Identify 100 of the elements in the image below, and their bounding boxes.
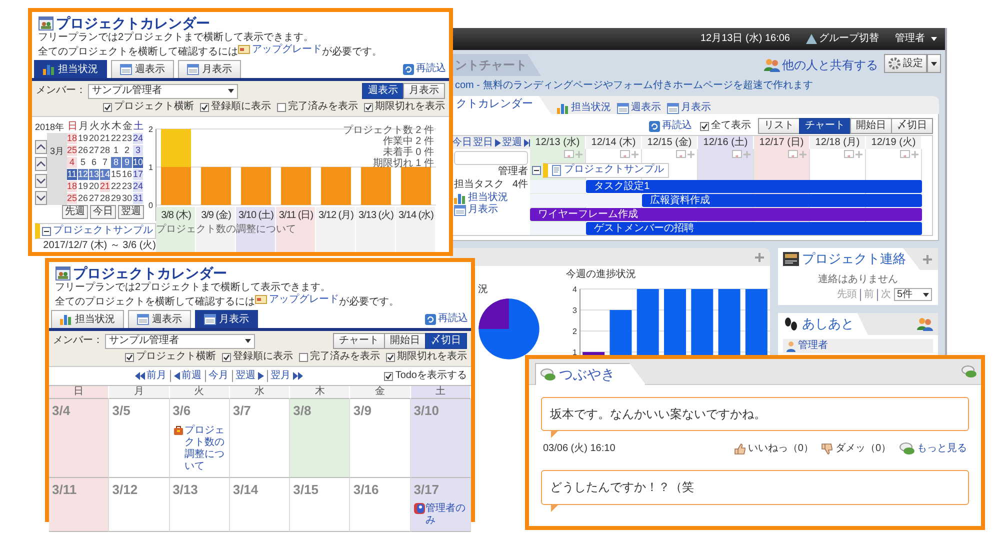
- thumbs-up-icon[interactable]: [734, 443, 746, 456]
- view-tab[interactable]: 担当状況: [34, 60, 107, 78]
- date-nav-link[interactable]: 翌日: [473, 136, 501, 148]
- checkbox[interactable]: [700, 122, 709, 130]
- widget-tab[interactable]: プロジェクト連絡: [778, 248, 920, 270]
- view-button[interactable]: 〆切日: [425, 333, 467, 350]
- dislike-button[interactable]: ダメッ（0）: [821, 443, 891, 456]
- checkbox[interactable]: [384, 372, 394, 381]
- checkbox[interactable]: [277, 102, 286, 112]
- calendar-nav-link[interactable]: 翌週: [232, 370, 264, 382]
- dropdown-button[interactable]: [927, 54, 941, 73]
- project-item[interactable]: プロジェクトサンプル: [35, 223, 156, 240]
- thumbs-down-icon[interactable]: [821, 443, 834, 456]
- upgrade-link[interactable]: アップグレード: [238, 44, 322, 56]
- input-field[interactable]: [454, 151, 528, 165]
- task-bar[interactable]: ゲストメンバーの招聘: [586, 222, 922, 234]
- day-cell[interactable]: 3/13: [170, 478, 230, 532]
- view-tab[interactable]: 週表示: [111, 60, 174, 78]
- checkbox[interactable]: [125, 352, 134, 362]
- date-cell[interactable]: 3: [133, 145, 144, 158]
- day-cell[interactable]: 3/7: [230, 399, 290, 478]
- upgrade-link[interactable]: アップグレード: [255, 294, 339, 306]
- view-button[interactable]: 〆切日: [891, 118, 933, 134]
- panel-tab[interactable]: つぶやき: [535, 363, 646, 385]
- date-cell[interactable]: 25: [67, 193, 78, 206]
- task-bar[interactable]: ワイヤーフレーム作成: [530, 208, 922, 220]
- day-cell[interactable]: 3/14: [230, 478, 290, 532]
- down-button[interactable]: [35, 190, 47, 205]
- settings-button[interactable]: 設定: [884, 54, 927, 73]
- like-button[interactable]: いいねっ（0）: [734, 443, 814, 456]
- up-button[interactable]: [35, 140, 47, 154]
- date-nav-link[interactable]: 今日: [452, 136, 472, 148]
- group-switch-link[interactable]: グループ切替: [806, 33, 879, 45]
- chat-icon[interactable]: [961, 365, 977, 379]
- view-tab[interactable]: 月表示: [195, 310, 258, 328]
- plus-icon[interactable]: [922, 254, 933, 264]
- task-bar[interactable]: タスク設定1: [586, 180, 922, 192]
- reload-link[interactable]: 再読込: [425, 313, 468, 326]
- view-button[interactable]: 週表示: [362, 83, 404, 100]
- day-cell[interactable]: 3/16: [350, 478, 411, 532]
- view-link[interactable]: 週表示: [617, 102, 661, 114]
- week-nav-button[interactable]: 翌週: [118, 205, 144, 220]
- view-tab[interactable]: 月表示: [178, 60, 241, 78]
- date-cell[interactable]: 17: [133, 169, 144, 182]
- date-cell[interactable]: 25: [67, 145, 78, 158]
- people-icon[interactable]: [917, 317, 933, 331]
- collapse-icon[interactable]: [532, 166, 541, 174]
- view-link[interactable]: 月表示: [667, 102, 711, 114]
- date-cell[interactable]: 4: [67, 157, 78, 170]
- event-link[interactable]: プロジェクト数の調整について: [172, 424, 226, 473]
- view-button[interactable]: 開始日: [384, 333, 426, 350]
- view-link[interactable]: 月表示: [454, 204, 498, 216]
- checkbox[interactable]: [103, 102, 112, 112]
- date-cell[interactable]: 8: [111, 157, 122, 170]
- view-link[interactable]: 担当状況: [454, 192, 508, 204]
- date-cell[interactable]: 31: [133, 193, 144, 206]
- date-cell[interactable]: 21: [100, 181, 111, 194]
- event-link[interactable]: 管理者のみ: [414, 503, 467, 528]
- week-nav-button[interactable]: 今日: [90, 205, 116, 220]
- day-cell[interactable]: 3/9: [350, 399, 411, 478]
- member-select[interactable]: サンプル管理者: [88, 84, 238, 99]
- view-tab[interactable]: 担当状況: [51, 310, 124, 328]
- calendar-nav-link[interactable]: 翌月: [266, 370, 303, 382]
- project-item[interactable]: プロジェクトサンプル: [543, 162, 669, 178]
- task-bar[interactable]: 広報資料作成: [642, 194, 922, 206]
- checkbox[interactable]: [299, 352, 308, 362]
- view-button[interactable]: 開始日: [850, 118, 892, 134]
- more-link[interactable]: もっと見る: [899, 442, 967, 456]
- event-label[interactable]: プロジェクト数の調整について: [156, 224, 316, 236]
- reload-link[interactable]: 再読込: [403, 63, 446, 76]
- banner-link[interactable]: com - 無料のランディングページやフォーム付きホームページを超速で作れます: [450, 76, 945, 96]
- day-cell[interactable]: 3/15: [290, 478, 350, 532]
- user-menu[interactable]: 管理者: [895, 33, 937, 45]
- date-cell[interactable]: 7: [100, 157, 111, 170]
- date-cell[interactable]: 1: [111, 145, 122, 158]
- up-button[interactable]: [35, 156, 47, 171]
- date-cell[interactable]: 10: [133, 157, 144, 170]
- calendar-nav-link[interactable]: 前月: [134, 370, 167, 382]
- reload-link[interactable]: 再読込: [649, 120, 692, 132]
- collapse-icon[interactable]: [42, 226, 51, 236]
- date-cell[interactable]: 13: [89, 169, 100, 182]
- day-cell[interactable]: 3/12: [109, 478, 170, 532]
- date-cell[interactable]: 11: [67, 169, 78, 182]
- date-cell[interactable]: 24: [133, 181, 144, 194]
- widget-tab[interactable]: あしあと: [778, 313, 868, 335]
- calendar-nav-link[interactable]: 今月: [204, 370, 229, 382]
- project-name[interactable]: プロジェクトサンプル: [53, 225, 153, 238]
- checkbox[interactable]: [222, 352, 231, 362]
- view-link[interactable]: 担当状況: [557, 102, 611, 114]
- week-nav-button[interactable]: 先週: [62, 205, 88, 220]
- member-select[interactable]: サンプル管理者: [105, 334, 255, 349]
- visitor-name[interactable]: 管理者: [798, 340, 828, 352]
- day-cell[interactable]: 3/6 プロジェクト数の調整について: [170, 399, 230, 478]
- view-tab[interactable]: 週表示: [128, 310, 191, 328]
- date-cell[interactable]: 18: [67, 181, 78, 194]
- plus-icon[interactable]: [754, 252, 765, 262]
- view-button[interactable]: チャート: [799, 118, 851, 134]
- day-cell[interactable]: 3/5: [109, 399, 170, 478]
- widget-tab[interactable]: クトカレンダー: [450, 96, 551, 114]
- down-button[interactable]: [35, 174, 47, 188]
